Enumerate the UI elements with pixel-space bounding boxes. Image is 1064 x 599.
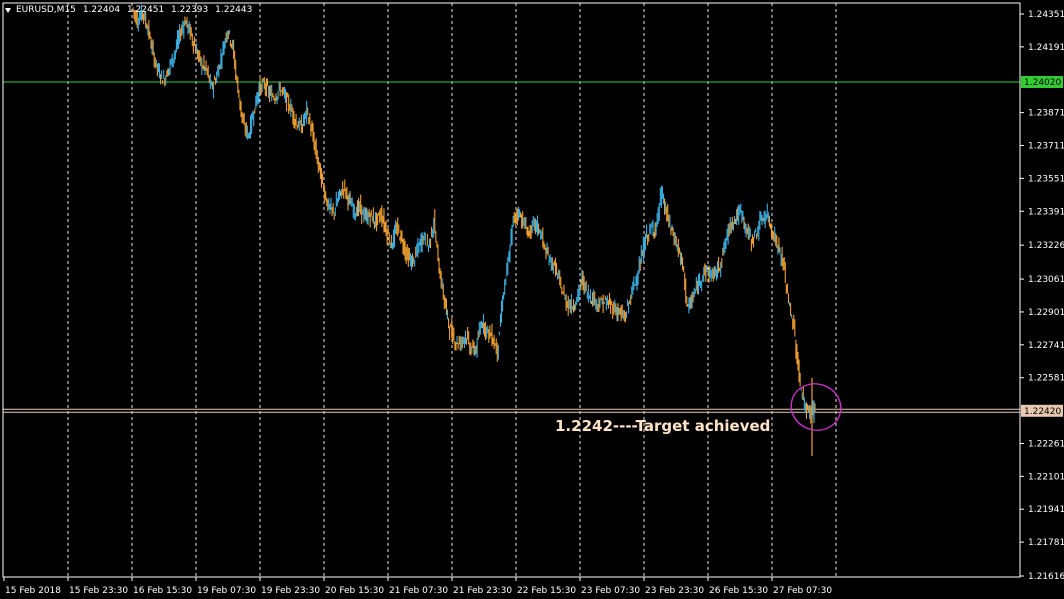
x-tick-label: 20 Feb 15:30 — [325, 586, 384, 596]
y-tick-label: 1.24191 — [1028, 43, 1064, 53]
dropdown-triangle-icon[interactable] — [5, 7, 11, 13]
plot-frame — [2, 2, 1021, 578]
y-tick-label: 1.22581 — [1028, 374, 1064, 384]
ohlc-high: 1.22451 — [126, 5, 165, 15]
y-tick-label: 1.24351 — [1028, 10, 1064, 20]
price-candles — [132, 4, 816, 456]
x-tick-label: 26 Feb 15:30 — [709, 586, 768, 596]
y-tick-label: 1.23061 — [1028, 275, 1064, 285]
x-tick-label: 15 Feb 2018 — [5, 586, 61, 596]
x-tick-label: 22 Feb 15:30 — [517, 586, 576, 596]
level-price-label: 1.22420 — [1024, 407, 1061, 417]
y-tick-label: 1.21616 — [1028, 572, 1064, 582]
y-tick-label: 1.22741 — [1028, 341, 1064, 351]
ohlc-close: 1.22443 — [215, 5, 253, 15]
x-tick-label: 27 Feb 07:30 — [773, 586, 832, 596]
chart-header: EURUSD,M15 1.22404 1.22451 1.22393 1.224… — [5, 3, 252, 17]
horizontal-levels: 1.24020 1.22420 — [3, 76, 1063, 417]
y-tick-label: 1.23871 — [1028, 109, 1064, 119]
price-chart[interactable]: 1.24020 1.22420 1.2242----Target achieved… — [0, 0, 1064, 599]
x-tick-label: 23 Feb 23:30 — [645, 586, 704, 596]
y-tick-label: 1.23391 — [1028, 207, 1064, 217]
y-tick-label: 1.21781 — [1028, 538, 1064, 548]
ohlc-open: 1.22404 — [82, 5, 121, 15]
target-annotation: 1.2242----Target achieved — [555, 417, 770, 435]
y-tick-label: 1.22101 — [1028, 472, 1064, 482]
axes: 15 Feb 2018 15 Feb 23:30 16 Feb 15:30 19 Fe… — [2, 2, 1064, 596]
x-tick-label: 23 Feb 07:30 — [581, 586, 640, 596]
ohlc-low: 1.22393 — [171, 5, 209, 15]
y-tick-label: 1.22261 — [1028, 439, 1064, 449]
y-tick-label: 1.23551 — [1028, 174, 1064, 184]
x-tick-label: 16 Feb 15:30 — [133, 586, 192, 596]
chart-grid — [67, 3, 837, 577]
x-tick-label: 21 Feb 07:30 — [389, 586, 448, 596]
symbol-label: EURUSD,M15 — [16, 5, 76, 15]
y-tick-label: 1.21941 — [1028, 505, 1064, 515]
level-price-label: 1.24020 — [1024, 78, 1061, 88]
y-tick-label: 1.22901 — [1028, 308, 1064, 318]
x-tick-label: 19 Feb 23:30 — [261, 586, 320, 596]
y-tick-label: 1.23226 — [1028, 241, 1064, 251]
x-tick-label: 15 Feb 23:30 — [69, 586, 128, 596]
x-tick-label: 21 Feb 23:30 — [453, 586, 512, 596]
y-tick-label: 1.23711 — [1028, 142, 1064, 152]
target-highlight-circle — [790, 383, 842, 431]
x-tick-label: 19 Feb 07:30 — [197, 586, 256, 596]
